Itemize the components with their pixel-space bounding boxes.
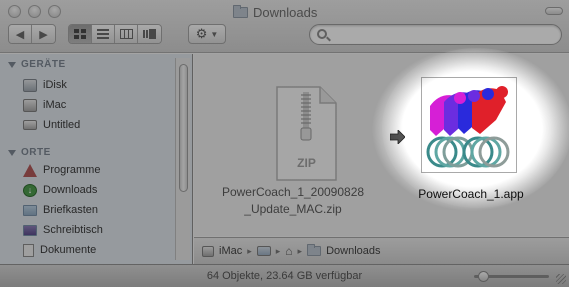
icon-size-slider[interactable] xyxy=(474,271,549,282)
folder-icon xyxy=(233,4,248,18)
window-title-text: Downloads xyxy=(253,4,318,20)
action-menu-button[interactable]: ⚙ ▼ xyxy=(188,24,226,44)
sidebar-item-programme[interactable]: Programme xyxy=(23,161,100,179)
sidebar-item-dokumente[interactable]: Dokumente xyxy=(23,241,96,259)
chevron-right-icon: ▶ xyxy=(39,28,48,41)
chevron-left-icon: ◀ xyxy=(15,28,25,41)
sidebar-scroll-thumb[interactable] xyxy=(179,64,188,192)
icon-size-slider-knob[interactable] xyxy=(478,271,489,282)
column-view-button[interactable] xyxy=(115,25,138,43)
finder-window: Downloads ◀ ▶ ⚙ ▼ GERÄTE iDisk iMac Unti… xyxy=(0,0,569,287)
idisk-icon xyxy=(23,78,37,92)
sidebar-section-label: GERÄTE xyxy=(21,59,66,70)
sidebar-item-label: iMac xyxy=(43,99,67,111)
path-bar: iMac ▸ ▸ ⌂ ▸ Downloads xyxy=(194,237,569,264)
icon-view-button[interactable] xyxy=(69,25,92,43)
zip-icon: ZIP xyxy=(276,86,337,181)
chevron-down-icon: ▼ xyxy=(210,29,219,39)
toolbar-toggle-button[interactable] xyxy=(545,7,563,15)
gear-icon: ⚙ xyxy=(195,26,208,41)
file-name-line: _Update_MAC.zip xyxy=(244,202,342,216)
sidebar-item-label: Untitled xyxy=(43,119,81,131)
sidebar-item-imac[interactable]: iMac xyxy=(23,96,66,114)
back-button[interactable]: ◀ xyxy=(9,25,32,43)
sidebar-item-label: Dokumente xyxy=(40,244,97,256)
title-toolbar: Downloads ◀ ▶ ⚙ ▼ xyxy=(0,0,569,53)
documents-icon xyxy=(23,243,34,257)
close-window-button[interactable] xyxy=(8,5,21,18)
cyclist-icon xyxy=(426,86,510,168)
search-input[interactable] xyxy=(332,27,554,42)
applications-icon xyxy=(23,163,37,177)
drive-icon xyxy=(23,120,37,130)
icon-view-icon xyxy=(74,29,86,39)
chevron-right-icon: ▸ xyxy=(247,245,252,256)
coverflow-view-icon xyxy=(143,29,156,39)
path-crumb[interactable]: iMac xyxy=(219,245,242,257)
sidebar-item-label: Downloads xyxy=(43,184,98,196)
svg-text:ZIP: ZIP xyxy=(297,156,316,170)
sidebar-item-downloads[interactable]: ↓ Downloads xyxy=(23,181,97,199)
sidebar-section-devices[interactable]: GERÄTE xyxy=(8,59,66,70)
coverflow-view-button[interactable] xyxy=(138,25,161,43)
list-view-icon xyxy=(97,29,109,39)
file-name: PowerCoach_1_20090828 _Update_MAC.zip xyxy=(210,184,376,218)
window-title: Downloads xyxy=(233,4,317,20)
imac-icon xyxy=(202,245,214,257)
history-buttons: ◀ ▶ xyxy=(8,24,56,44)
resize-grip[interactable] xyxy=(556,274,566,284)
search-field[interactable] xyxy=(309,24,562,45)
path-crumb[interactable]: Downloads xyxy=(326,245,380,257)
sidebar-item-idisk[interactable]: iDisk xyxy=(23,76,67,94)
sidebar-item-label: iDisk xyxy=(43,79,67,91)
status-bar: 64 Objekte, 23.64 GB verfügbar xyxy=(0,264,569,287)
sidebar-item-schreibtisch[interactable]: Schreibtisch xyxy=(23,221,103,239)
sidebar-item-briefkasten[interactable]: Briefkasten xyxy=(23,201,98,219)
disclosure-triangle-icon xyxy=(8,149,16,156)
sidebar-section-places[interactable]: ORTE xyxy=(8,147,51,158)
chevron-right-icon: ▸ xyxy=(275,245,281,256)
drive-icon[interactable] xyxy=(256,246,271,256)
file-name-line: PowerCoach_1_20090828 xyxy=(221,185,365,199)
file-name[interactable]: PowerCoach_1.app xyxy=(401,186,541,203)
sidebar-scrollbar[interactable] xyxy=(175,58,190,260)
zoom-window-button[interactable] xyxy=(48,5,61,18)
search-icon xyxy=(317,29,327,39)
disclosure-triangle-icon xyxy=(8,61,16,68)
sidebar: GERÄTE iDisk iMac Untitled ORTE Programm… xyxy=(0,54,193,264)
folder-icon xyxy=(307,244,322,256)
app-icon[interactable] xyxy=(421,77,517,173)
cursor-arrow-icon xyxy=(390,130,405,144)
column-view-icon xyxy=(119,29,133,39)
sidebar-item-label: Schreibtisch xyxy=(43,224,103,236)
sidebar-section-label: ORTE xyxy=(21,147,51,158)
minimize-window-button[interactable] xyxy=(28,5,41,18)
sidebar-item-untitled[interactable]: Untitled xyxy=(23,116,80,134)
home-icon[interactable]: ⌂ xyxy=(285,244,292,258)
sidebar-item-label: Briefkasten xyxy=(43,204,99,216)
imac-icon xyxy=(23,98,37,112)
folder-icon xyxy=(23,204,37,216)
list-view-button[interactable] xyxy=(92,25,115,43)
chevron-right-icon: ▸ xyxy=(297,245,303,256)
file-item-zip[interactable]: ZIP PowerCoach_1_20090828 _Update_MAC.zi… xyxy=(210,64,376,224)
desktop-icon xyxy=(23,224,37,236)
view-mode-control xyxy=(68,24,162,44)
forward-button[interactable]: ▶ xyxy=(32,25,55,43)
downloads-icon: ↓ xyxy=(23,183,37,197)
sidebar-item-label: Programme xyxy=(43,164,101,176)
